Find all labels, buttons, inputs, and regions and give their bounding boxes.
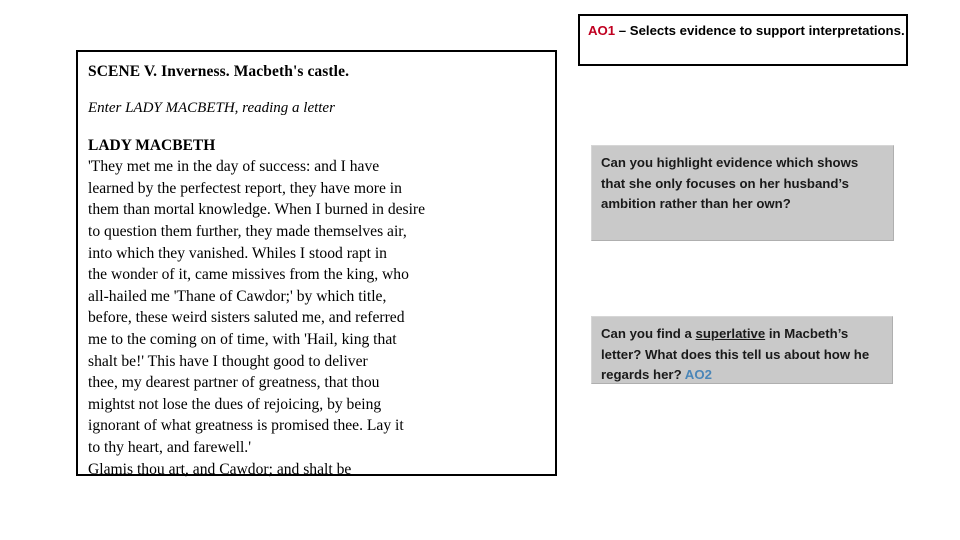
superlative-emphasis: superlative [695, 326, 766, 341]
ao2-code-label: AO2 [684, 367, 712, 382]
assessment-objective-box: AO1 – Selects evidence to support interp… [578, 14, 908, 66]
question-2-part-1: Can you find a [601, 326, 696, 341]
question-callout-1-text: Can you highlight evidence which shows t… [601, 155, 859, 211]
extract-content: SCENE V. Inverness. Macbeth's castle. En… [88, 62, 547, 480]
letter-text: 'They met me in the day of success: and … [88, 158, 426, 478]
assessment-objective-text: AO1 – Selects evidence to support interp… [580, 16, 906, 41]
question-callout-1: Can you highlight evidence which shows t… [591, 145, 894, 241]
question-callout-2-text: Can you find a superlative in Macbeth’s … [592, 317, 892, 386]
speaker-name: LADY MACBETH [88, 137, 216, 155]
stage-direction: Enter LADY MACBETH, reading a letter [88, 100, 335, 117]
ao1-code-label: AO1 [588, 23, 616, 38]
scene-heading: SCENE V. Inverness. Macbeth's castle. [88, 63, 350, 80]
extract-box: SCENE V. Inverness. Macbeth's castle. En… [76, 50, 557, 478]
question-callout-2: Can you find a superlative in Macbeth’s … [591, 316, 893, 384]
ao1-dash: – [615, 23, 630, 38]
slide-canvas: SCENE V. Inverness. Macbeth's castle. En… [0, 0, 960, 540]
ao1-description: Selects evidence to support interpretati… [629, 23, 905, 38]
